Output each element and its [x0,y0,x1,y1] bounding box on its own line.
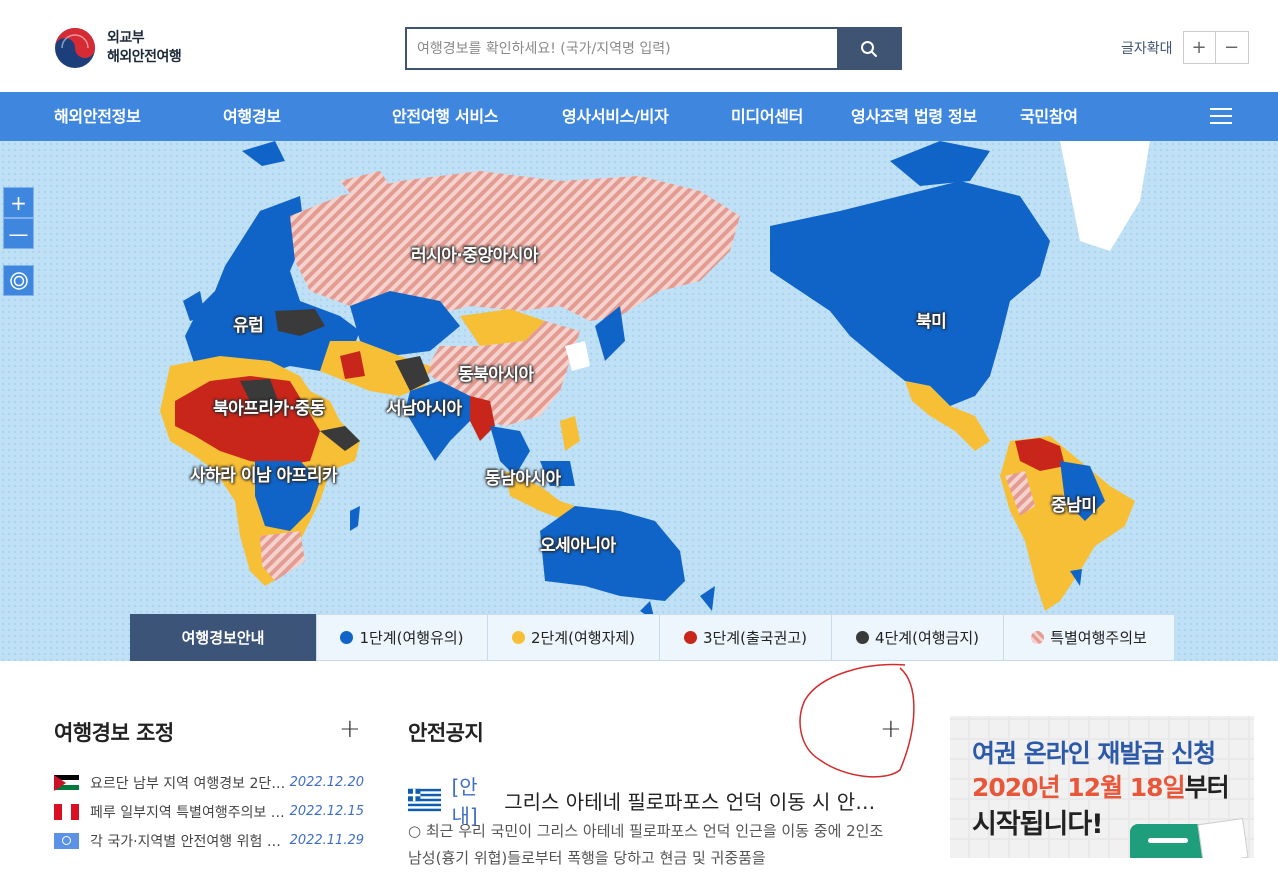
legend-special-label: 특별여행주의보 [1050,629,1147,647]
main-nav: 해외안전정보 여행경보 안전여행 서비스 영사서비스/비자 미디어센터 영사조력… [0,92,1278,141]
region-label-southeast-asia[interactable]: 동남아시아 [485,464,561,489]
level3-dot-icon [683,631,697,644]
adjust-list: 요르단 남부 지역 여행경보 2단계 조정 2022.12.20 페루 일부지역… [54,768,364,855]
banner-line1: 여권 온라인 재발급 신청 [972,739,1216,768]
search-bar [405,27,902,70]
alert-legend: 여행경보안내 1단계(여행유의) 2단계(여행자제) 3단계(출국권고) 4단계… [130,614,1175,661]
region-label-latin-america[interactable]: 중남미 [1051,491,1097,516]
region-label-russia-central-asia[interactable]: 러시아·중앙아시아 [411,241,539,266]
special-hatch-icon [1031,631,1045,644]
map-zoom-out-button[interactable]: — [3,218,34,249]
legend-level4[interactable]: 4단계(여행금지) [831,614,1003,661]
adjust-item-date: 2022.11.29 [289,833,364,848]
banner-line3: 시작됩니다! [972,809,1104,840]
south-asia-landmass[interactable] [405,381,470,461]
banner-line2: 2020년 12월 18일부터 [972,768,1230,804]
legend-title[interactable]: 여행경보안내 [130,614,316,661]
logo-line2: 해외안전여행 [107,49,182,65]
jordan-flag-icon [54,774,79,791]
legend-level3[interactable]: 3단계(출국권고) [659,614,831,661]
adjust-item-date: 2022.12.20 [289,775,364,790]
legend-level1[interactable]: 1단계(여행유의) [316,614,487,661]
taegeuk-icon [55,28,95,68]
annotation-circle [799,663,915,778]
nav-item-overseas-safety[interactable]: 해외안전정보 [54,92,141,141]
notice-panel-title: 안전공지 [408,721,484,745]
level1-dot-icon [340,631,354,644]
north-america-landmass[interactable] [770,181,1050,406]
nav-item-consular-law[interactable]: 영사조력 법령 정보 [851,92,977,141]
un-flag-icon [54,832,79,849]
list-item[interactable]: 요르단 남부 지역 여행경보 2단계 조정 2022.12.20 [54,768,364,797]
legend-level1-label: 1단계(여행유의) [359,629,464,647]
adjust-item-text: 각 국가·지역별 안전여행 위험 요소 안내 [90,833,290,850]
passport-banner[interactable]: 여권 온라인 재발급 신청 2020년 12월 18일부터 시작됩니다! [950,716,1254,858]
search-input[interactable] [407,29,837,68]
site-logo[interactable]: 외교부 해외안전여행 [53,26,213,70]
list-item[interactable]: 각 국가·지역별 안전여행 위험 요소 안내 2022.11.29 [54,826,364,855]
region-label-north-africa-middle-east[interactable]: 북아프리카·중동 [213,394,325,419]
region-label-north-america[interactable]: 북미 [916,307,947,332]
region-label-europe[interactable]: 유럽 [233,311,264,336]
adjust-more-button[interactable]: + [339,716,361,742]
peru-flag-icon [54,803,79,820]
region-label-sub-saharan-africa[interactable]: 사하라 이남 아프리카 [190,461,338,486]
notice-body[interactable]: ○ 최근 우리 국민이 그리스 아테네 필로파포스 언덕 인근을 이동 중에 2… [408,818,898,872]
logo-text: 외교부 해외안전여행 [107,29,182,67]
region-label-northeast-asia[interactable]: 동북아시아 [458,360,534,385]
travel-alert-map[interactable]: 러시아·중앙아시아 유럽 동북아시아 북아프리카·중동 서남아시아 사하라 이남… [0,141,1278,661]
menu-icon[interactable] [1210,108,1232,124]
nav-item-participation[interactable]: 국민참여 [1020,92,1078,141]
logo-line1: 외교부 [107,30,145,46]
banner-suffix: 부터 [1184,773,1230,802]
nav-item-safe-travel-service[interactable]: 안전여행 서비스 [392,92,499,141]
world-map[interactable] [0,141,1278,661]
legend-level2[interactable]: 2단계(여행자제) [487,614,659,661]
legend-special[interactable]: 특별여행주의보 [1003,614,1175,661]
map-reset-button[interactable] [3,265,34,296]
font-increase-button[interactable]: + [1182,31,1216,64]
region-label-south-asia[interactable]: 서남아시아 [386,394,462,419]
document-illustration-icon [1197,817,1249,858]
nav-item-consular-visa[interactable]: 영사서비스/비자 [562,92,669,141]
nav-item-travel-alert[interactable]: 여행경보 [223,92,281,141]
search-icon [860,40,877,57]
adjust-item-text: 페루 일부지역 특별여행주의보 발령 [90,804,290,821]
target-icon [9,271,28,290]
font-size-label: 글자확대 [1121,40,1173,57]
legend-level2-label: 2단계(여행자제) [530,629,636,647]
region-label-oceania[interactable]: 오세아니아 [540,531,616,556]
notice-headline-text: 그리스 아테네 필로파포스 언덕 이동 시 안전 유의 [504,789,888,814]
level4-dot-icon [855,631,869,644]
adjust-item-text: 요르단 남부 지역 여행경보 2단계 조정 [90,775,290,792]
site-header: 외교부 해외안전여행 글자확대 + − [0,0,1278,92]
adjust-panel-title: 여행경보 조정 [54,721,174,745]
nav-item-media-center[interactable]: 미디어센터 [731,92,803,141]
level2-dot-icon [511,631,525,644]
banner-date: 2020년 12월 18일 [972,773,1186,802]
adjust-item-date: 2022.12.15 [289,804,364,819]
map-zoom-in-button[interactable]: + [3,187,34,218]
font-decrease-button[interactable]: − [1215,31,1249,64]
greece-flag-icon [408,788,442,812]
list-item[interactable]: 페루 일부지역 특별여행주의보 발령 2022.12.15 [54,797,364,826]
font-size-control: 글자확대 + − [1121,31,1249,64]
search-button[interactable] [837,29,900,68]
legend-level3-label: 3단계(출국권고) [702,629,808,647]
legend-level4-label: 4단계(여행금지) [874,629,980,647]
